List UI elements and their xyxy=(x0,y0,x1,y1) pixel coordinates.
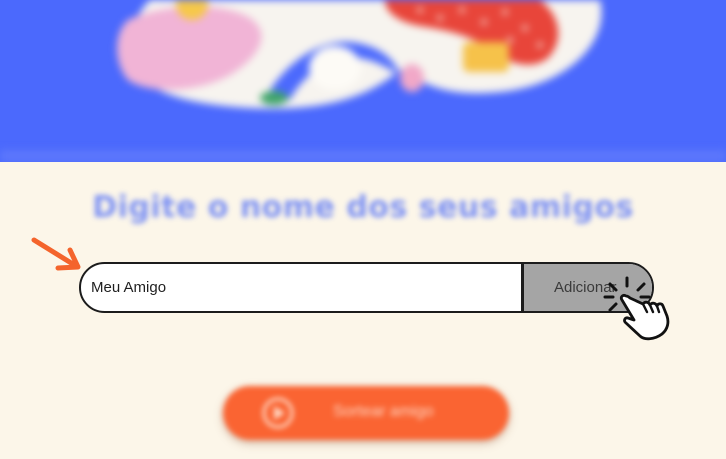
friends-illustration-icon xyxy=(0,0,726,162)
arrow-icon xyxy=(31,237,81,271)
draw-friend-button[interactable]: Sortear amigo xyxy=(223,386,509,440)
hand-pointer-click-icon xyxy=(603,276,670,341)
hero-banner xyxy=(0,0,726,162)
draw-button-label: Sortear amigo xyxy=(333,403,434,420)
friend-name-input[interactable] xyxy=(81,264,521,311)
page-title: Digite o nome dos seus amigos xyxy=(92,190,634,225)
add-friend-form: Adicionar xyxy=(79,262,654,313)
play-icon xyxy=(262,397,294,429)
